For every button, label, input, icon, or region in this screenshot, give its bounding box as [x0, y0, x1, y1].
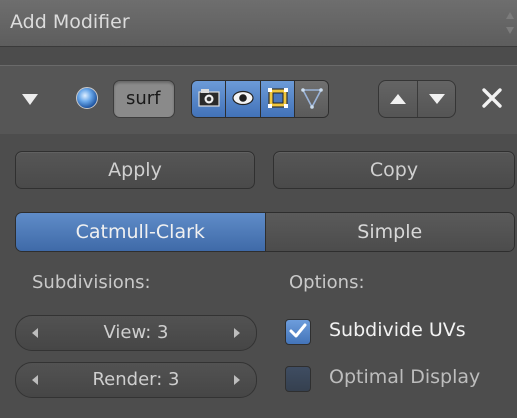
render-toggle[interactable]	[192, 81, 227, 117]
modifier-name-field[interactable]: surf	[113, 80, 175, 118]
move-up-button[interactable]	[379, 81, 418, 117]
subdivisions-label: Subdivisions:	[32, 272, 151, 293]
drag-grip-icon[interactable]	[505, 10, 515, 36]
render-levels-field[interactable]: Render: 3	[15, 362, 257, 398]
panel-gap	[0, 47, 517, 65]
add-modifier-dropdown[interactable]: Add Modifier	[0, 0, 517, 47]
render-camera-icon	[198, 89, 220, 107]
cage-vertex-icon	[300, 88, 323, 109]
viewport-eye-icon	[232, 90, 254, 106]
move-down-button[interactable]	[418, 81, 456, 117]
close-icon	[482, 88, 502, 108]
checkmark-icon	[289, 323, 307, 338]
decrement-arrow-icon[interactable]	[32, 328, 38, 338]
catmull-clark-option[interactable]: Catmull-Clark	[16, 213, 266, 251]
modifier-name-text: surf	[126, 88, 161, 109]
cage-toggle[interactable]	[294, 81, 328, 117]
decrement-arrow-icon[interactable]	[32, 375, 38, 385]
move-down-icon	[428, 94, 445, 104]
optimal-display-checkbox[interactable]	[285, 366, 311, 392]
subdivision-algorithm-selector: Catmull-Clark Simple	[15, 212, 515, 252]
apply-button[interactable]: Apply	[15, 151, 255, 189]
modifier-header: surf	[0, 65, 517, 135]
simple-option[interactable]: Simple	[265, 213, 514, 251]
reorder-buttons	[378, 80, 456, 118]
modifier-body: Apply Copy Catmull-Clark Simple Subdivis…	[0, 134, 517, 418]
viewport-toggle[interactable]	[226, 81, 261, 117]
expand-chevron-icon[interactable]	[22, 94, 38, 105]
view-levels-value: View: 3	[103, 322, 169, 343]
remove-modifier-button[interactable]	[480, 84, 504, 112]
copy-button[interactable]: Copy	[273, 151, 515, 189]
move-up-icon	[390, 94, 406, 104]
increment-arrow-icon[interactable]	[234, 328, 240, 338]
editmode-toggle[interactable]	[260, 81, 295, 117]
optimal-display-label: Optimal Display	[329, 366, 481, 388]
render-levels-value: Render: 3	[92, 369, 180, 390]
visibility-toggles	[191, 80, 329, 118]
increment-arrow-icon[interactable]	[234, 375, 240, 385]
view-levels-field[interactable]: View: 3	[15, 315, 257, 351]
subsurf-modifier-icon	[76, 87, 98, 109]
options-label: Options:	[289, 272, 365, 293]
add-modifier-label: Add Modifier	[10, 11, 130, 33]
subdivide-uvs-label: Subdivide UVs	[329, 319, 466, 341]
edit-mode-icon	[267, 88, 288, 108]
subdivide-uvs-checkbox[interactable]	[285, 319, 311, 345]
